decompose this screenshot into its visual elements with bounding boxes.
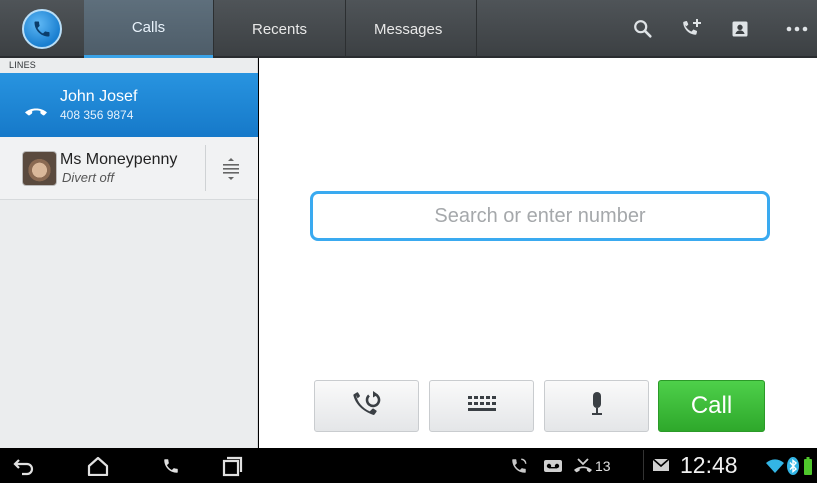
tab-calls[interactable]: Calls <box>84 0 213 58</box>
voicemail-icon <box>543 457 563 475</box>
missed-call-icon: 13 <box>573 457 611 475</box>
tab-messages-label: Messages <box>374 20 443 38</box>
tab-recents-label: Recents <box>251 20 308 38</box>
wifi-icon <box>765 457 785 475</box>
lines-panel: LINES John Josef 408 356 9874 Ms Moneype… <box>0 58 258 448</box>
call-forward-icon <box>510 457 528 475</box>
voice-input-button[interactable] <box>544 380 649 432</box>
phone-app-icon[interactable] <box>22 9 62 49</box>
search-input[interactable] <box>310 191 770 241</box>
hangup-handset-icon <box>24 103 48 121</box>
tab-messages[interactable]: Messages <box>345 0 477 58</box>
transfer-call-icon <box>352 390 382 422</box>
divert-status: Divert off <box>62 170 115 185</box>
recent-apps-icon[interactable] <box>220 454 244 478</box>
add-call-icon[interactable] <box>680 17 704 41</box>
app-icon-cell[interactable] <box>0 0 84 58</box>
line-item[interactable]: Ms Moneypenny Divert off <box>0 137 258 200</box>
divider <box>205 145 206 191</box>
line-name: John Josef <box>60 88 138 105</box>
keypad-button[interactable] <box>429 380 534 432</box>
keypad-icon <box>467 395 497 418</box>
phone-icon[interactable] <box>159 454 183 478</box>
transfer-button[interactable] <box>314 380 419 432</box>
contacts-icon[interactable] <box>728 17 752 41</box>
action-bar: Calls Recents Messages <box>0 0 817 58</box>
line-number: 408 356 9874 <box>60 108 134 122</box>
bluetooth-icon <box>787 457 799 475</box>
overflow-menu-icon[interactable] <box>785 17 809 41</box>
tab-recents[interactable]: Recents <box>213 0 345 58</box>
line-item-active[interactable]: John Josef 408 356 9874 <box>0 73 258 137</box>
line-name: Ms Moneypenny <box>60 151 178 168</box>
drag-handle-icon[interactable] <box>221 157 241 181</box>
home-icon[interactable] <box>86 454 110 478</box>
call-button-label: Call <box>690 392 733 419</box>
back-icon[interactable] <box>12 454 36 478</box>
avatar <box>22 151 57 186</box>
status-clock: 12:48 <box>680 452 738 478</box>
lines-header: LINES <box>9 60 37 70</box>
battery-icon <box>804 457 812 475</box>
tab-calls-label: Calls <box>131 19 166 36</box>
email-icon <box>643 450 670 480</box>
microphone-icon <box>590 391 604 422</box>
system-bar: 13 12:48 <box>0 448 817 483</box>
dialer-area: Call <box>259 58 817 448</box>
call-button[interactable]: Call <box>658 380 765 432</box>
search-icon[interactable] <box>631 17 655 41</box>
notification-count: 13 <box>595 458 611 474</box>
